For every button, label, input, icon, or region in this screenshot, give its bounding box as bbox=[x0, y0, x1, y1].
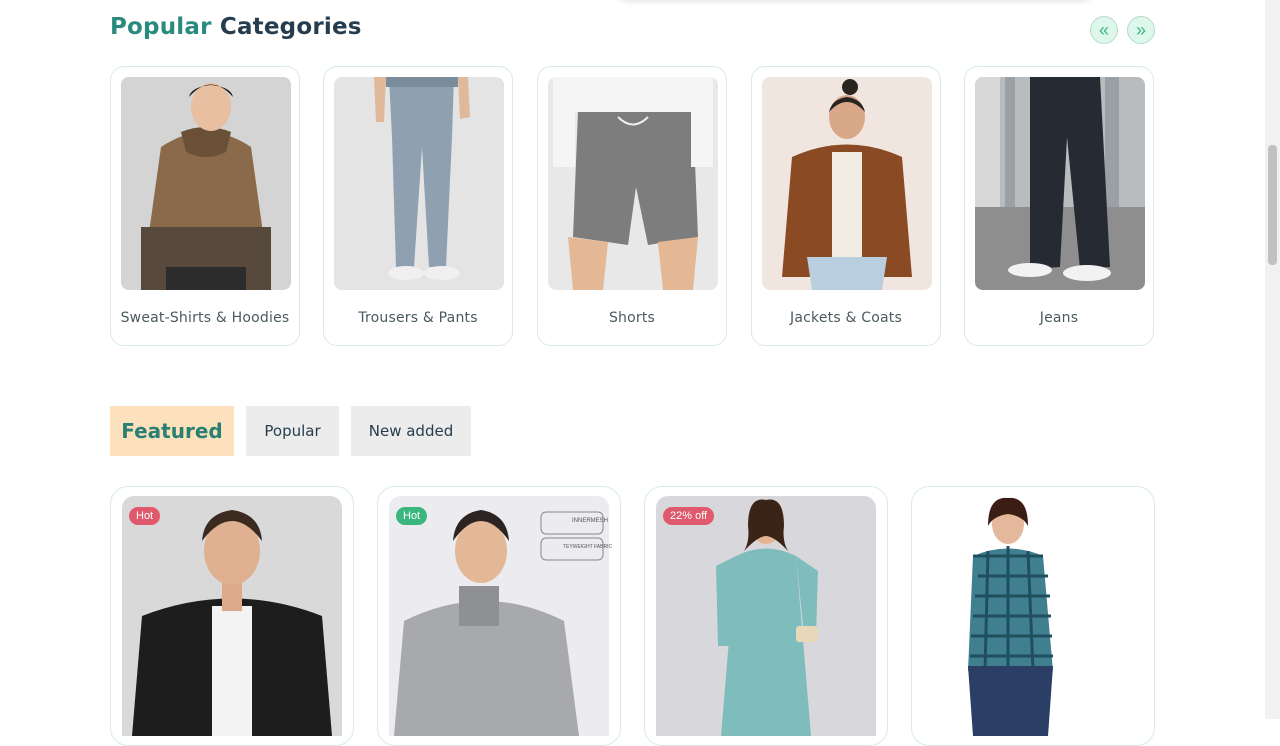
checked-shirt-photo[interactable] bbox=[923, 496, 1143, 736]
category-label[interactable]: Jackets & Coats bbox=[752, 310, 940, 326]
carousel-next-button[interactable]: » bbox=[1127, 16, 1155, 44]
lightweight-tag-text: TEYWEIGHT FABRIC bbox=[563, 544, 613, 550]
product-card[interactable]: Hot INNERMESH TEYWEIGHT FABRIC bbox=[377, 486, 621, 746]
trousers-photo[interactable] bbox=[334, 77, 504, 290]
tab-new-added[interactable]: New added bbox=[351, 406, 471, 456]
product-card[interactable] bbox=[911, 486, 1155, 746]
category-card-hoodies[interactable]: Sweat-Shirts & Hoodies bbox=[110, 66, 300, 346]
tab-featured[interactable]: Featured bbox=[110, 406, 234, 456]
category-card-trousers[interactable]: Trousers & Pants bbox=[323, 66, 513, 346]
category-label[interactable]: Jeans bbox=[965, 310, 1153, 326]
hot-badge: Hot bbox=[396, 507, 428, 525]
innermesh-tag-text: INNERMESH bbox=[572, 518, 609, 524]
section-title: Popular Categories bbox=[110, 14, 362, 40]
carousel-prev-button[interactable]: « bbox=[1090, 16, 1118, 44]
double-chevron-left-icon: « bbox=[1098, 20, 1109, 40]
hot-badge: Hot bbox=[129, 507, 161, 525]
product-card[interactable]: 22% off bbox=[644, 486, 888, 746]
category-label[interactable]: Sweat-Shirts & Hoodies bbox=[111, 310, 299, 326]
tab-popular[interactable]: Popular bbox=[246, 406, 339, 456]
jacket-photo[interactable] bbox=[762, 77, 932, 290]
grey-track-jacket-photo[interactable] bbox=[389, 496, 609, 736]
black-denim-jacket-photo[interactable] bbox=[122, 496, 342, 736]
shorts-photo[interactable] bbox=[548, 77, 718, 290]
category-card-jeans[interactable]: Jeans bbox=[964, 66, 1154, 346]
hoodie-photo[interactable] bbox=[121, 77, 291, 290]
category-label[interactable]: Shorts bbox=[538, 310, 726, 326]
teal-kurta-photo[interactable] bbox=[656, 496, 876, 736]
discount-badge: 22% off bbox=[663, 507, 715, 525]
category-card-shorts[interactable]: Shorts bbox=[537, 66, 727, 346]
category-label[interactable]: Trousers & Pants bbox=[324, 310, 512, 326]
product-card[interactable]: Hot bbox=[110, 486, 354, 746]
section-title-accent: Popular bbox=[110, 14, 212, 40]
jeans-photo[interactable] bbox=[975, 77, 1145, 290]
scrollbar-thumb[interactable] bbox=[1268, 145, 1277, 265]
double-chevron-right-icon: » bbox=[1135, 20, 1146, 40]
section-title-rest: Categories bbox=[219, 14, 362, 40]
page-scrollbar[interactable] bbox=[1265, 0, 1280, 719]
category-card-jackets[interactable]: Jackets & Coats bbox=[751, 66, 941, 346]
